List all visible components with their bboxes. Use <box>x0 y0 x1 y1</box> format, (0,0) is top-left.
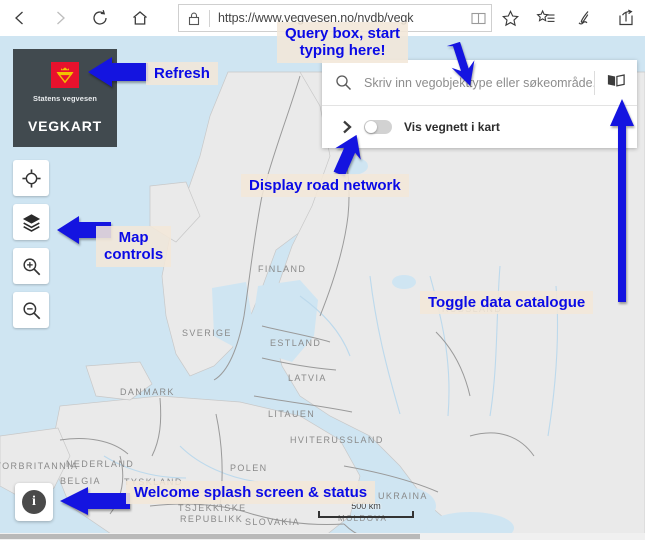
locate-me-button[interactable] <box>13 160 49 196</box>
annotation-query-box: Query box, start typing here! <box>277 22 409 63</box>
map-viewport[interactable]: FINLANDRUSSLANDSVERIGEESTLANDLATVIADANMA… <box>0 36 645 540</box>
map-controls-group <box>13 160 49 336</box>
web-note-pen-icon[interactable] <box>571 3 601 33</box>
road-network-toggle[interactable] <box>364 120 392 134</box>
arrow-to-road-network <box>330 132 366 178</box>
toggle-knob <box>365 121 377 133</box>
annotation-display-road-network: Display road network <box>241 174 409 198</box>
arrow-to-query-box <box>443 42 481 88</box>
app-name: VEGKART <box>27 118 103 134</box>
arrow-to-data-catalogue <box>608 96 636 302</box>
annotation-refresh: Refresh <box>146 62 218 86</box>
road-network-row[interactable]: Vis vegnett i kart <box>322 106 637 148</box>
annotation-toggle-data-catalogue: Toggle data catalogue <box>420 291 594 315</box>
norwegian-road-administration-coat-of-arms-icon <box>51 62 79 88</box>
zoom-in-button[interactable] <box>13 248 49 284</box>
search-icon <box>322 74 364 91</box>
brand-name: Statens vegvesen <box>32 94 98 103</box>
toolbar-right-icons <box>531 3 641 33</box>
arrow-to-refresh <box>86 57 148 87</box>
book-icon <box>607 73 625 92</box>
scalebar-line <box>318 511 414 518</box>
add-favorite-button[interactable] <box>496 4 524 32</box>
back-button[interactable] <box>0 1 40 35</box>
arrow-to-welcome-splash <box>58 486 130 516</box>
forward-button[interactable] <box>40 1 80 35</box>
annotation-welcome-splash: Welcome splash screen & status <box>126 481 376 505</box>
lock-icon <box>179 11 209 26</box>
magnifier-minus-icon <box>21 300 42 321</box>
annotation-map-controls: Map controls <box>96 226 172 267</box>
crosshair-icon <box>21 168 42 189</box>
home-button[interactable] <box>120 1 160 35</box>
info-icon: i <box>22 490 46 514</box>
zoom-out-button[interactable] <box>13 292 49 328</box>
data-catalogue-button[interactable] <box>595 73 637 92</box>
favorites-list-icon[interactable] <box>531 3 561 33</box>
layers-icon <box>21 212 42 233</box>
scrollbar-thumb[interactable] <box>0 534 420 539</box>
refresh-button[interactable] <box>80 1 120 35</box>
magnifier-plus-icon <box>21 256 42 277</box>
screenshot-root: https://www.vegvesen.no/nvdb/vegk FINLAN… <box>0 0 645 540</box>
share-icon[interactable] <box>611 3 641 33</box>
reading-view-icon[interactable] <box>465 12 491 25</box>
road-network-label: Vis vegnett i kart <box>404 120 500 134</box>
info-splash-button[interactable]: i <box>15 483 53 521</box>
horizontal-scrollbar[interactable] <box>0 533 645 540</box>
layers-button[interactable] <box>13 204 49 240</box>
